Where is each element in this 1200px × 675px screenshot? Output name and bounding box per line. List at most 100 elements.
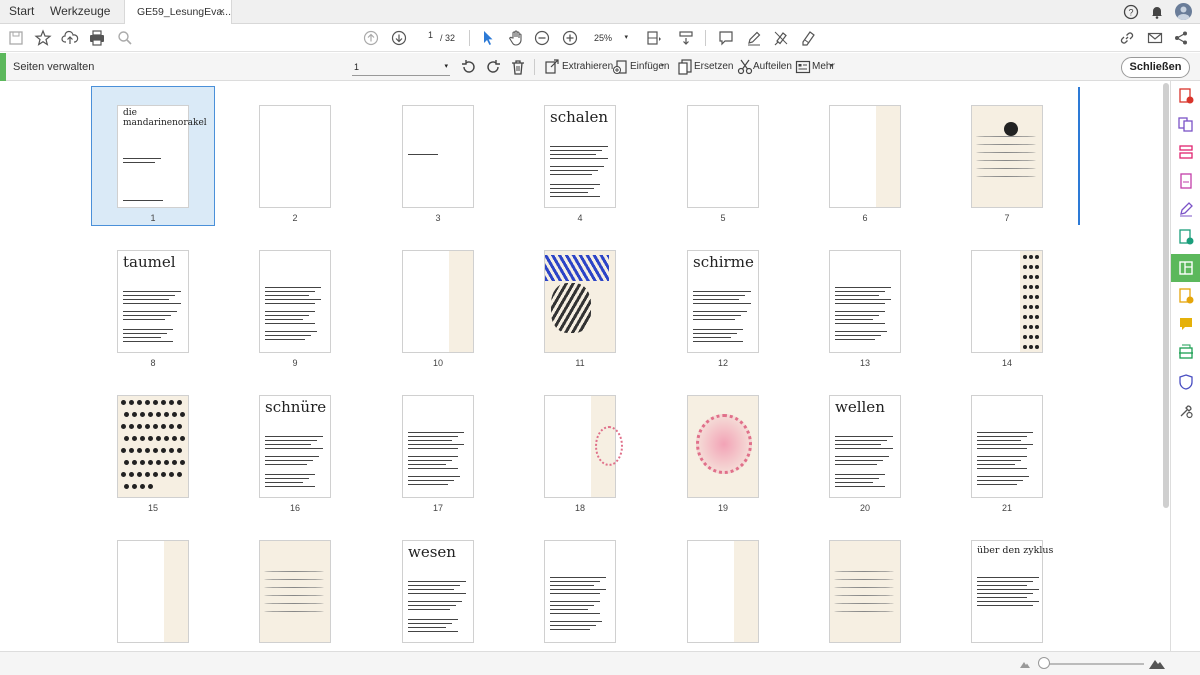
insert-icon[interactable]	[612, 58, 630, 76]
page-range-select[interactable]: 1 ▾	[352, 58, 450, 76]
page-thumbnail[interactable]	[402, 395, 474, 498]
send-review-icon[interactable]	[1178, 229, 1194, 245]
page-thumbnail[interactable]	[829, 540, 901, 643]
extract-icon[interactable]	[543, 58, 561, 76]
page-number-input[interactable]: 1	[416, 30, 436, 46]
close-button[interactable]: Schließen	[1121, 57, 1190, 78]
text-line	[123, 299, 169, 301]
hand-icon[interactable]	[505, 27, 527, 49]
comment-icon[interactable]	[1178, 316, 1194, 332]
rotate-right-icon[interactable]	[484, 58, 502, 76]
page-thumbnail[interactable]	[687, 540, 759, 643]
upload-cloud-icon[interactable]	[59, 27, 81, 49]
save-icon[interactable]	[5, 27, 27, 49]
split-button[interactable]: Aufteilen	[753, 53, 792, 81]
tab-document[interactable]: GE59_LesungEva... ×	[124, 0, 232, 25]
trash-icon[interactable]	[509, 58, 527, 76]
arrow-down-icon[interactable]	[388, 27, 410, 49]
search-icon[interactable]	[114, 27, 136, 49]
star-icon[interactable]	[32, 27, 54, 49]
page-thumbnail[interactable]	[117, 540, 189, 643]
tab-tools[interactable]: Werkzeuge	[50, 0, 110, 24]
vertical-scrollbar[interactable]	[1163, 83, 1169, 508]
print-icon[interactable]	[86, 27, 108, 49]
page-thumbnail[interactable]: schalen	[544, 105, 616, 208]
page-thumbnail[interactable]: wellen	[829, 395, 901, 498]
page-thumbnail[interactable]	[117, 395, 189, 498]
page-thumbnail[interactable]	[687, 395, 759, 498]
page-thumbnail[interactable]	[544, 395, 623, 498]
edit-pdf-icon[interactable]	[1178, 173, 1194, 189]
pdf-export-icon[interactable]	[1178, 88, 1194, 104]
export-pdf-icon[interactable]	[1178, 288, 1194, 304]
pen-icon[interactable]	[743, 27, 765, 49]
comment-icon[interactable]	[715, 27, 737, 49]
status-bar	[0, 651, 1200, 675]
mail-icon[interactable]	[1144, 27, 1166, 49]
page-thumbnail[interactable]: über den zyklus	[971, 540, 1053, 643]
page-thumbnail[interactable]	[402, 105, 474, 208]
help-icon[interactable]: ?	[1123, 4, 1139, 20]
page-thumbnail[interactable]	[971, 250, 1043, 353]
page-thumbnail[interactable]	[544, 250, 616, 353]
text-line	[408, 464, 446, 466]
combine-icon[interactable]	[1178, 116, 1194, 132]
more-tools-icon[interactable]	[1178, 403, 1194, 419]
replace-button[interactable]: Ersetzen	[694, 53, 733, 81]
page-thumbnail[interactable]	[402, 250, 474, 353]
text-line	[408, 593, 466, 595]
page-thumbnail[interactable]	[971, 105, 1043, 208]
page-thumbnail[interactable]	[829, 105, 901, 208]
page-thumbnail[interactable]	[971, 395, 1043, 498]
organize-form-icon[interactable]	[1178, 144, 1194, 160]
page-title-text: wellen	[835, 398, 885, 416]
scissors-icon[interactable]	[736, 58, 754, 76]
arrow-up-icon[interactable]	[360, 27, 382, 49]
more-icon[interactable]	[794, 58, 812, 76]
text-line	[693, 329, 743, 331]
sign-icon[interactable]	[798, 27, 820, 49]
text-line	[835, 482, 873, 484]
protect-shield-icon[interactable]	[1178, 374, 1194, 390]
bell-icon[interactable]	[1149, 4, 1165, 20]
page-thumbnail[interactable]: schnüre	[259, 395, 331, 498]
page-thumbnail[interactable]: taumel	[117, 250, 189, 353]
thumbnail-size-track[interactable]	[1040, 663, 1144, 665]
page-thumbnail[interactable]	[259, 540, 331, 643]
page-thumbnail[interactable]: wesen	[402, 540, 474, 643]
dot-mark	[169, 448, 174, 453]
tab-home[interactable]: Start	[9, 0, 34, 24]
page-thumbnail[interactable]: die mandarinenorakel	[117, 105, 207, 208]
page-thumbnail[interactable]	[544, 540, 616, 643]
zoom-select[interactable]: 25% ▾	[588, 30, 632, 46]
text-line	[408, 627, 446, 629]
dot-mark	[164, 412, 169, 417]
text-line	[550, 593, 600, 595]
page-thumbnail[interactable]	[259, 250, 331, 353]
dot-mark	[1023, 275, 1027, 279]
page-thumbnail[interactable]	[687, 105, 759, 208]
share-icon[interactable]	[1170, 27, 1192, 49]
fill-sign-icon[interactable]	[1178, 201, 1194, 217]
page-thumbnail[interactable]	[829, 250, 901, 353]
rotate-left-icon[interactable]	[460, 58, 478, 76]
highlight-icon[interactable]	[770, 27, 792, 49]
extract-button[interactable]: Extrahieren	[562, 53, 613, 81]
zoom-out-icon[interactable]	[531, 27, 553, 49]
scroll-mode-icon[interactable]	[675, 27, 697, 49]
page-thumbnail[interactable]: schirme	[687, 250, 759, 353]
page-thumbnail[interactable]	[259, 105, 331, 208]
scan-icon[interactable]	[1178, 344, 1194, 360]
fit-page-icon[interactable]	[643, 27, 665, 49]
organize-pages-icon[interactable]	[1178, 260, 1194, 276]
text-line	[550, 585, 594, 587]
replace-icon[interactable]	[676, 58, 694, 76]
link-icon[interactable]	[1116, 27, 1138, 49]
text-line	[123, 315, 171, 317]
zoom-in-icon[interactable]	[559, 27, 581, 49]
text-line	[123, 337, 161, 339]
pointer-icon[interactable]	[477, 27, 499, 49]
thumbnail-size-slider[interactable]	[1038, 657, 1050, 669]
close-icon[interactable]: ×	[219, 0, 225, 24]
avatar[interactable]	[1175, 3, 1192, 20]
